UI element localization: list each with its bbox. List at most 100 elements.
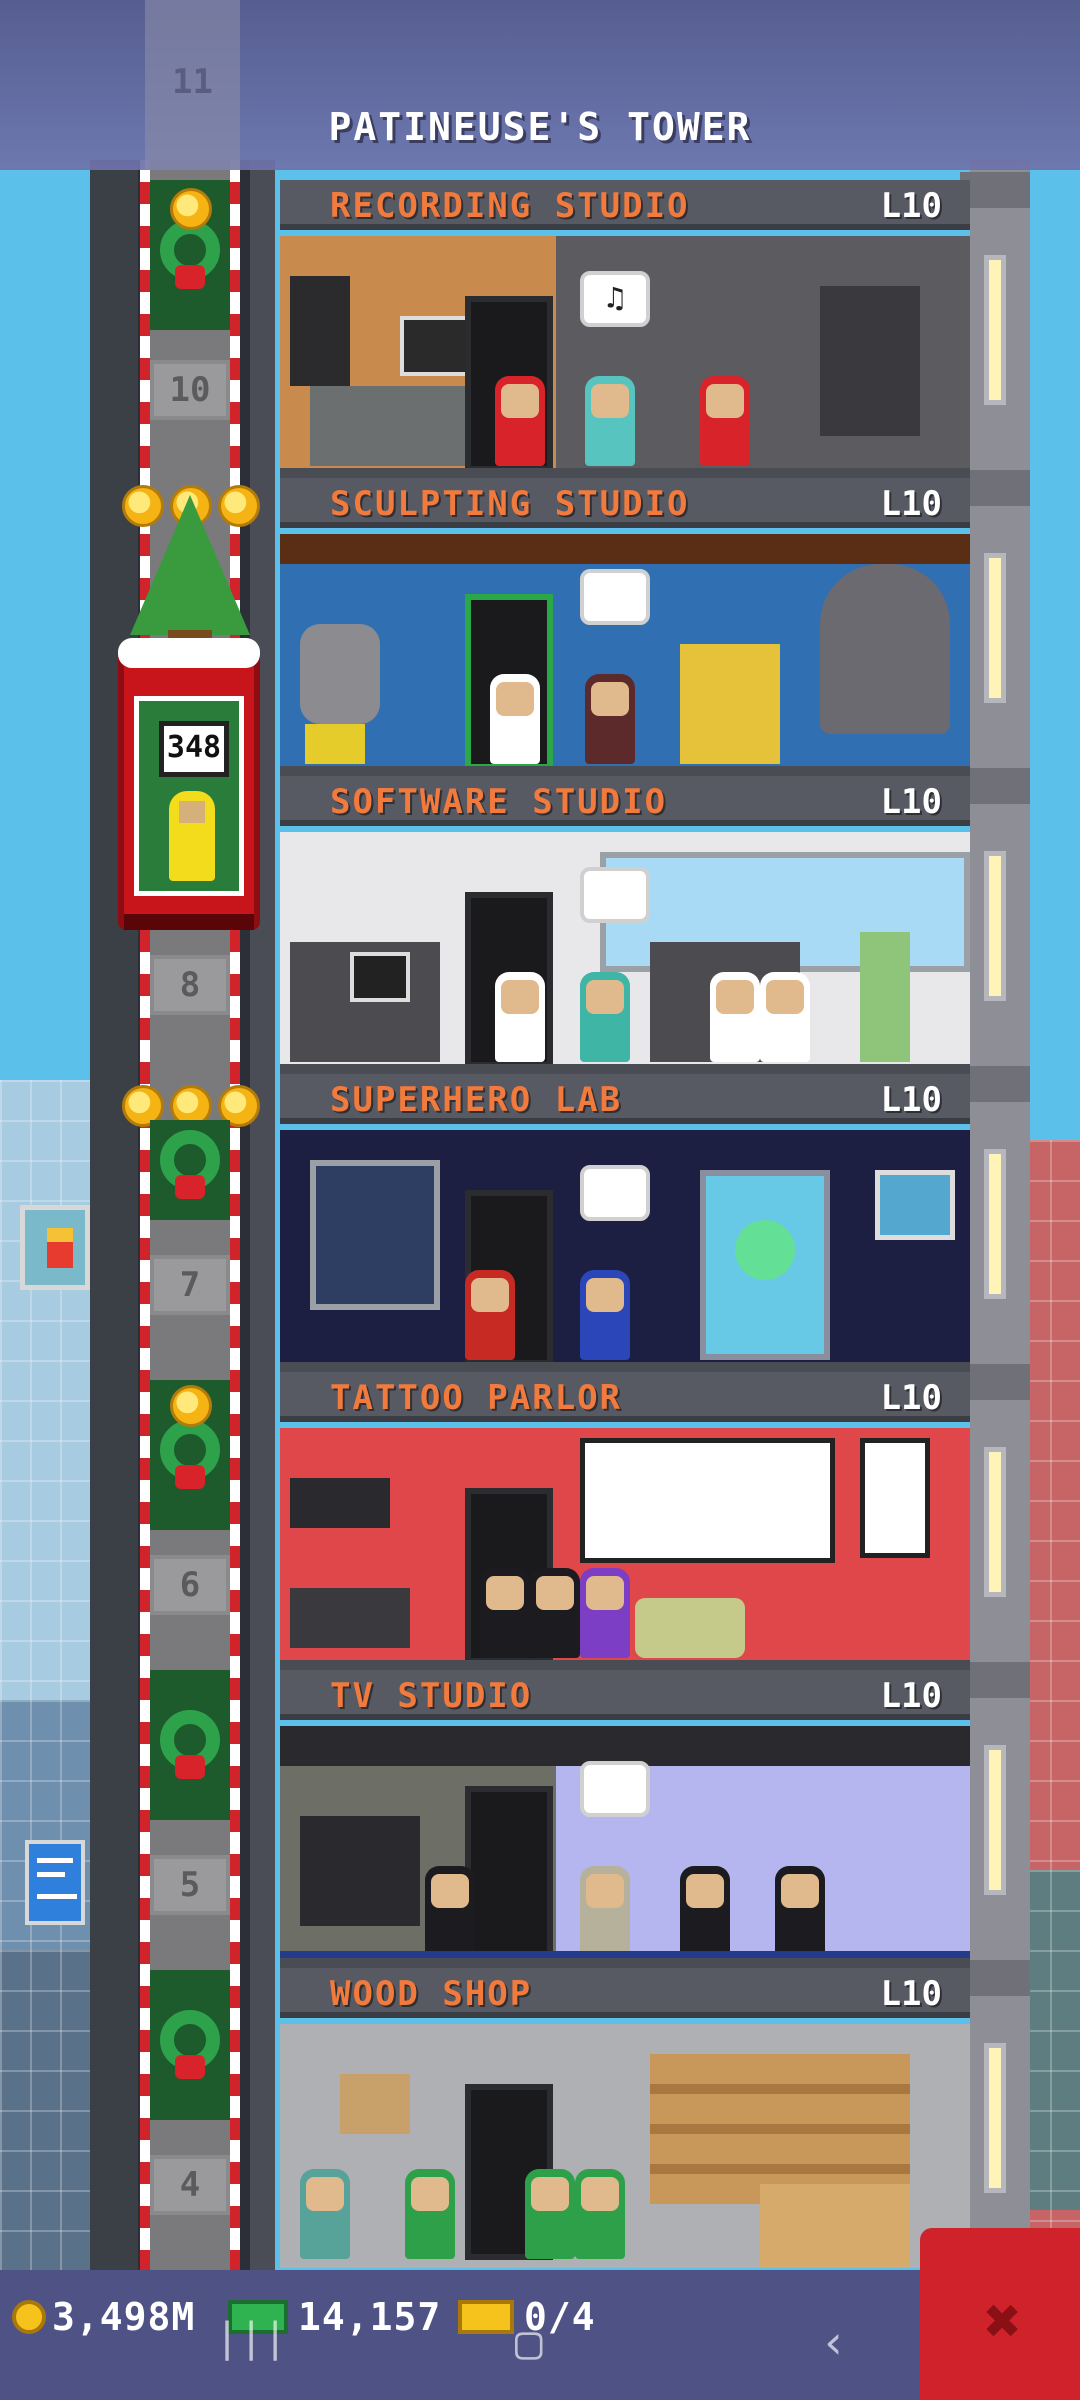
floor-sculpting-studio[interactable]: SCULPTING STUDIO L10 (280, 478, 970, 776)
bitizen[interactable] (495, 972, 545, 1062)
bitizen[interactable] (480, 1568, 530, 1658)
floor-divider (280, 1958, 970, 1968)
star-icon (122, 485, 164, 527)
mixing-desk (310, 386, 470, 466)
bitizen[interactable] (710, 972, 760, 1062)
tower-ledge (960, 1066, 1030, 1102)
bitizen[interactable] (525, 2169, 575, 2259)
elevator-floor-label: 5 (150, 1855, 230, 1915)
elevator-base (124, 914, 254, 930)
tower-ledge (960, 768, 1030, 804)
floor-tv-studio[interactable]: TV STUDIO L10 (280, 1670, 970, 1968)
tattoo-flash-board (860, 1438, 930, 1558)
floor-level: L10 (880, 782, 942, 822)
floor-room: ♫ (280, 236, 970, 478)
sofa (635, 1598, 745, 1658)
floor-name: TV STUDIO (330, 1676, 533, 1716)
bux-value: 14,157 (298, 2295, 442, 2339)
floor-name: TATTOO PARLOR (330, 1378, 623, 1418)
elevator-floor-display: 348 (159, 721, 229, 777)
bitizen[interactable] (680, 1866, 730, 1956)
floor-superhero-lab[interactable]: SUPERHERO LAB L10 (280, 1074, 970, 1372)
back-icon[interactable]: ‹ (820, 2315, 848, 2369)
tattoo-chair (290, 1588, 410, 1648)
bitizen[interactable] (425, 1866, 475, 1956)
bitizen[interactable] (585, 376, 635, 466)
floor-room (280, 1130, 970, 1372)
ticket-icon (458, 2300, 514, 2334)
mic-booth (820, 286, 920, 436)
glowing-orb (735, 1220, 795, 1280)
bitizen[interactable] (760, 972, 810, 1062)
elevator-shaft-inner[interactable] (140, 160, 240, 2280)
floor-software-studio[interactable]: SOFTWARE STUDIO L10 (280, 776, 970, 1074)
floor-recording-studio[interactable]: RECORDING STUDIO L10 ♫ (280, 180, 970, 478)
bitizen[interactable] (580, 1270, 630, 1360)
filing-cabinet (860, 932, 910, 1062)
bitizen[interactable] (775, 1866, 825, 1956)
tower-window (984, 851, 1006, 1001)
bitizen[interactable] (405, 2169, 455, 2259)
tower-ledge (960, 172, 1030, 208)
floor-level: L10 (880, 1974, 942, 2014)
floor-header: TV STUDIO L10 (280, 1670, 970, 1720)
wood-beam (280, 534, 970, 564)
floor-name: SCULPTING STUDIO (330, 484, 690, 524)
wreath-decoration (150, 1120, 230, 1220)
speech-bubble: ♫ (580, 271, 650, 327)
wreath-decoration (150, 1970, 230, 2120)
tower-window (984, 553, 1006, 703)
floor-level: L10 (880, 1080, 942, 1120)
tower-window (984, 1745, 1006, 1895)
bitizen[interactable] (580, 972, 630, 1062)
tower-ledge (960, 1662, 1030, 1698)
floor-header: TATTOO PARLOR L10 (280, 1372, 970, 1422)
floor-name: WOOD SHOP (330, 1974, 533, 2014)
bitizen[interactable] (495, 376, 545, 466)
floor-name: RECORDING STUDIO (330, 186, 690, 226)
bitizen[interactable] (465, 1270, 515, 1360)
home-icon[interactable]: ▢ (515, 2315, 543, 2369)
floor-header: SCULPTING STUDIO L10 (280, 478, 970, 528)
bitizen[interactable] (580, 1568, 630, 1658)
coins-counter[interactable]: 3,498M (12, 2292, 195, 2342)
wood-rack (650, 2054, 910, 2204)
recent-apps-icon[interactable]: ||| (215, 2315, 287, 2361)
tattoo-flash-board (580, 1438, 835, 1563)
bitizen[interactable] (585, 674, 635, 764)
floor-divider (280, 1064, 970, 1074)
floor-room (280, 832, 970, 1074)
monitor (400, 316, 470, 376)
floor-header: SOFTWARE STUDIO L10 (280, 776, 970, 826)
bitizen[interactable] (490, 674, 540, 764)
map-screen (875, 1170, 955, 1240)
floor-divider (280, 468, 970, 478)
speech-bubble (580, 569, 650, 625)
tower-ledge (960, 1364, 1030, 1400)
floor-level: L10 (880, 1676, 942, 1716)
coins-value: 3,498M (52, 2295, 196, 2339)
floor-tattoo-parlor[interactable]: TATTOO PARLOR L10 (280, 1372, 970, 1670)
floor-room (280, 2024, 970, 2268)
statue (300, 624, 380, 724)
shelf (680, 644, 780, 764)
bitizen[interactable] (530, 1568, 580, 1658)
bitizen[interactable] (300, 2169, 350, 2259)
floor-wood-shop[interactable]: WOOD SHOP L10 (280, 1968, 970, 2268)
bitizen[interactable] (575, 2169, 625, 2259)
tower-ledge (960, 1960, 1030, 1996)
elevator-floor-label: 8 (150, 955, 230, 1015)
elevator-floor-label: 6 (150, 1555, 230, 1615)
bitizen[interactable] (580, 1866, 630, 1956)
bitizen[interactable] (700, 376, 750, 466)
snow-cap (118, 638, 260, 668)
star-icon (170, 188, 212, 230)
speech-bubble (580, 1165, 650, 1221)
floor-level: L10 (880, 1378, 942, 1418)
speaker (290, 276, 350, 386)
camera-console (300, 1816, 420, 1926)
build-menu-button[interactable]: ✖ (920, 2228, 1080, 2400)
lighting-rig (280, 1726, 970, 1766)
elevator-car[interactable]: 348 (118, 638, 260, 930)
floor-name: SUPERHERO LAB (330, 1080, 623, 1120)
